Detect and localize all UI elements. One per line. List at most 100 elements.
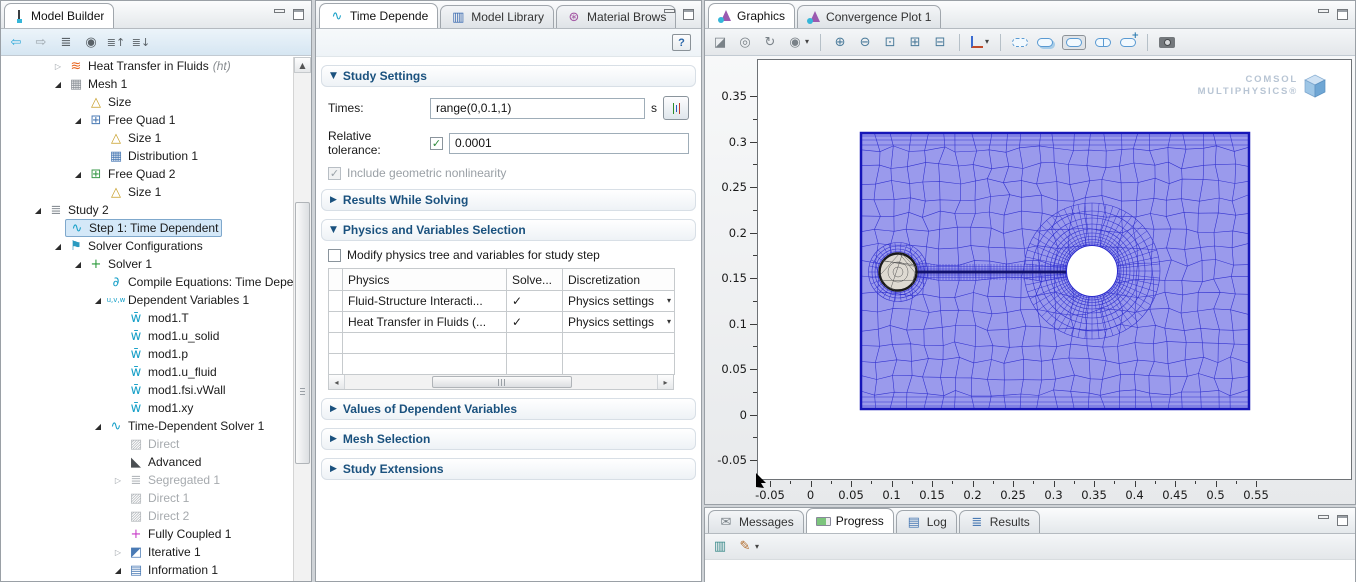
tree-item-direct-1[interactable]: ▨Direct 1 (1, 489, 294, 507)
tree-item-solver-configurations[interactable]: ◢⚑Solver Configurations (1, 237, 294, 255)
move-down-icon-button[interactable]: ≣↓ (133, 34, 149, 50)
scroll-right-icon[interactable]: ▸ (657, 375, 673, 389)
tree-item-item[interactable]: ▲ (1, 579, 294, 581)
tree-item-mod1-xy[interactable]: w̄mod1.xy (1, 399, 294, 417)
zoom-selected-icon-button[interactable]: ⊟ (932, 34, 948, 50)
tree-item-segregated-1[interactable]: ▷≣Segregated 1 (1, 471, 294, 489)
tree-item-free-quad-1[interactable]: ◢⊞Free Quad 1 (1, 111, 294, 129)
physics-table-hscrollbar[interactable]: ◂ ▸ (328, 375, 674, 390)
zoom-box-icon-button[interactable]: ⊡ (882, 34, 898, 50)
tree-item-direct-2[interactable]: ▨Direct 2 (1, 507, 294, 525)
tree-item-free-quad-2[interactable]: ◢⊞Free Quad 2 (1, 165, 294, 183)
discretization-cell[interactable]: Physics settings▾ (563, 291, 675, 312)
axis-orientation-icon-button[interactable]: ▾ (971, 36, 989, 48)
tree-item-heat-transfer-in-fluids[interactable]: ▷≋Heat Transfer in Fluids(ht) (1, 57, 294, 75)
expanded-arrow-icon[interactable]: ◢ (51, 242, 65, 251)
scrollbar-thumb[interactable] (432, 376, 571, 388)
table-header-discretization[interactable]: Discretization (563, 269, 675, 291)
expanded-arrow-icon[interactable]: ◢ (111, 566, 125, 575)
zoom-in-icon-button[interactable]: ⊕ (832, 34, 848, 50)
relative-tolerance-input[interactable] (449, 133, 689, 154)
range-picker-icon[interactable] (663, 96, 689, 120)
view-options-icon-button[interactable]: ◉▾ (787, 34, 809, 50)
scroll-left-icon[interactable]: ◂ (329, 375, 345, 389)
tab-model-library[interactable]: ▥Model Library (440, 5, 554, 28)
section-results-while-solving[interactable]: ▶ Results While Solving (321, 189, 696, 211)
zoom-out-icon-button[interactable]: ⊖ (857, 34, 873, 50)
collapsed-arrow-icon[interactable]: ▷ (111, 476, 125, 485)
maximize-icon[interactable] (683, 9, 694, 20)
tree-item-mod1-t[interactable]: w̄mod1.T (1, 309, 294, 327)
zoom-extents-icon-button[interactable]: ⊞ (907, 34, 923, 50)
tab-messages[interactable]: ✉Messages (708, 510, 804, 533)
times-input[interactable] (430, 98, 645, 119)
minimize-icon[interactable] (664, 9, 675, 13)
expanded-arrow-icon[interactable]: ◢ (71, 170, 85, 179)
tree-item-study-2[interactable]: ◢≣Study 2 (1, 201, 294, 219)
scroll-up-icon[interactable]: ▲ (294, 57, 311, 73)
expanded-arrow-icon[interactable]: ◢ (91, 422, 105, 431)
collapsed-arrow-icon[interactable]: ▷ (111, 548, 125, 557)
expanded-arrow-icon[interactable]: ◢ (71, 116, 85, 125)
scrollbar-track[interactable] (345, 375, 657, 389)
back-icon-button[interactable]: ⇦ (8, 34, 24, 50)
forward-icon-button[interactable]: ⇨ (33, 34, 49, 50)
relative-tolerance-checkbox[interactable] (430, 137, 443, 150)
tree-scrollbar[interactable]: ▲ (293, 57, 311, 581)
tab-progress[interactable]: Progress (806, 508, 894, 533)
maximize-icon[interactable] (1337, 9, 1348, 20)
tree-item-dependent-variables-1[interactable]: ◢u,v,wDependent Variables 1 (1, 291, 294, 309)
tree-item-size-1[interactable]: △Size 1 (1, 183, 294, 201)
select-style-dashed-icon-button[interactable] (1012, 38, 1028, 47)
table-header-physics[interactable]: Physics (343, 269, 507, 291)
tab-results[interactable]: ≣Results (959, 510, 1040, 533)
tab-log[interactable]: ▤Log (896, 510, 957, 533)
visibility-icon-button[interactable]: ◎ (737, 34, 753, 50)
select-style-pair-icon-button[interactable] (1037, 38, 1053, 47)
section-study-extensions[interactable]: ▶ Study Extensions (321, 458, 696, 480)
plot-while-solving-icon-button[interactable]: ✎▾ (737, 539, 759, 555)
tree-item-mod1-p[interactable]: w̄mod1.p (1, 345, 294, 363)
select-style-solid-icon-button[interactable] (1062, 35, 1086, 50)
tree-item-time-dependent-solver-1[interactable]: ◢∿Time-Dependent Solver 1 (1, 417, 294, 435)
select-style-split-icon-button[interactable] (1095, 38, 1111, 47)
tree-item-compile-equations-time-dependent[interactable]: ∂Compile Equations: Time Dependent (1, 273, 294, 291)
tab-time-depende[interactable]: ∿Time Depende (319, 3, 438, 28)
move-progress-icon-button[interactable]: ▥ (712, 539, 728, 555)
tree-item-direct[interactable]: ▨Direct (1, 435, 294, 453)
expanded-arrow-icon[interactable]: ◢ (71, 260, 85, 269)
tree-item-size-1[interactable]: △Size 1 (1, 129, 294, 147)
tree-item-advanced[interactable]: ◣Advanced (1, 453, 294, 471)
expanded-arrow-icon[interactable]: ◢ (91, 296, 105, 305)
tree-item-mesh-1[interactable]: ◢▦Mesh 1 (1, 75, 294, 93)
tab-graphics[interactable]: Graphics (708, 3, 795, 28)
tree-item-mod1-fsi-vwall[interactable]: w̄mod1.fsi.vWall (1, 381, 294, 399)
tab-model-builder[interactable]: Model Builder (4, 3, 114, 28)
tree-item-mod1-u-solid[interactable]: w̄mod1.u_solid (1, 327, 294, 345)
show-options-icon-button[interactable]: ◉ (83, 34, 99, 50)
help-icon[interactable]: ? (672, 34, 691, 51)
tree-item-information-1[interactable]: ◢▤Information 1 (1, 561, 294, 579)
expanded-arrow-icon[interactable]: ◢ (31, 206, 45, 215)
reset-hiding-icon-button[interactable]: ↻ (762, 34, 778, 50)
tree-item-solver-1[interactable]: ◢+Solver 1 (1, 255, 294, 273)
maximize-icon[interactable] (293, 9, 304, 20)
tree-item-fully-coupled-1[interactable]: +Fully Coupled 1 (1, 525, 294, 543)
table-row[interactable]: Fluid-Structure Interacti...✓Physics set… (329, 291, 675, 312)
maximize-icon[interactable] (1337, 515, 1348, 526)
select-style-add-icon-button[interactable] (1120, 38, 1136, 47)
tab-material-brows[interactable]: ⊛Material Brows (556, 5, 676, 28)
section-values-of-dependent-variables[interactable]: ▶ Values of Dependent Variables (321, 398, 696, 420)
tree-item-step-1-time-dependent[interactable]: ∿Step 1: Time Dependent (1, 219, 294, 237)
move-up-icon-button[interactable]: ≣↑ (108, 34, 124, 50)
snapshot-icon-button[interactable] (1159, 37, 1175, 48)
tree-item-distribution-1[interactable]: ▦Distribution 1 (1, 147, 294, 165)
scrollbar-thumb[interactable] (295, 202, 310, 464)
minimize-icon[interactable] (274, 9, 285, 13)
table-row[interactable]: Heat Transfer in Fluids (...✓Physics set… (329, 312, 675, 333)
transparency-icon-button[interactable]: ◪ (712, 34, 728, 50)
expanded-arrow-icon[interactable]: ◢ (51, 80, 65, 89)
collapsed-arrow-icon[interactable]: ▷ (51, 62, 65, 71)
table-header-solve[interactable]: Solve... (507, 269, 563, 291)
collapse-all-icon-button[interactable]: ≣ (58, 34, 74, 50)
